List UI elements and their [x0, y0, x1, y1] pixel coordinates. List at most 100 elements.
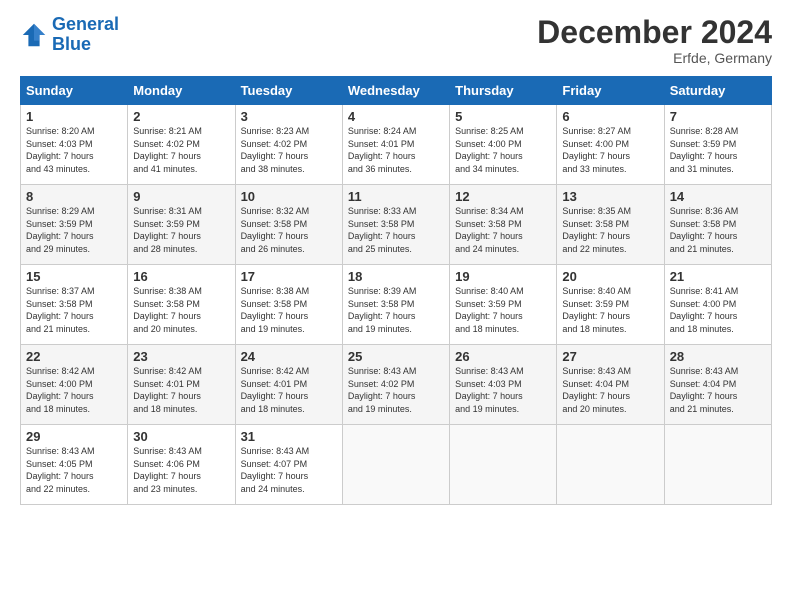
calendar-cell [557, 425, 664, 505]
day-number: 11 [348, 189, 444, 204]
calendar-week-4: 22Sunrise: 8:42 AM Sunset: 4:00 PM Dayli… [21, 345, 772, 425]
calendar-cell: 9Sunrise: 8:31 AM Sunset: 3:59 PM Daylig… [128, 185, 235, 265]
calendar-cell [664, 425, 771, 505]
day-number: 26 [455, 349, 551, 364]
logo-line2: Blue [52, 34, 91, 54]
day-info: Sunrise: 8:33 AM Sunset: 3:58 PM Dayligh… [348, 205, 444, 255]
day-number: 15 [26, 269, 122, 284]
calendar-cell: 3Sunrise: 8:23 AM Sunset: 4:02 PM Daylig… [235, 105, 342, 185]
day-number: 2 [133, 109, 229, 124]
calendar-header-friday: Friday [557, 77, 664, 105]
calendar-header-thursday: Thursday [450, 77, 557, 105]
day-info: Sunrise: 8:21 AM Sunset: 4:02 PM Dayligh… [133, 125, 229, 175]
calendar-cell: 30Sunrise: 8:43 AM Sunset: 4:06 PM Dayli… [128, 425, 235, 505]
day-info: Sunrise: 8:43 AM Sunset: 4:04 PM Dayligh… [670, 365, 766, 415]
calendar-cell: 24Sunrise: 8:42 AM Sunset: 4:01 PM Dayli… [235, 345, 342, 425]
header: General Blue December 2024 Erfde, German… [20, 15, 772, 66]
calendar-table: SundayMondayTuesdayWednesdayThursdayFrid… [20, 76, 772, 505]
day-number: 7 [670, 109, 766, 124]
day-number: 6 [562, 109, 658, 124]
calendar-cell: 1Sunrise: 8:20 AM Sunset: 4:03 PM Daylig… [21, 105, 128, 185]
calendar-cell: 29Sunrise: 8:43 AM Sunset: 4:05 PM Dayli… [21, 425, 128, 505]
day-info: Sunrise: 8:37 AM Sunset: 3:58 PM Dayligh… [26, 285, 122, 335]
month-title: December 2024 [537, 15, 772, 50]
calendar-header-saturday: Saturday [664, 77, 771, 105]
day-info: Sunrise: 8:25 AM Sunset: 4:00 PM Dayligh… [455, 125, 551, 175]
calendar-week-5: 29Sunrise: 8:43 AM Sunset: 4:05 PM Dayli… [21, 425, 772, 505]
day-info: Sunrise: 8:35 AM Sunset: 3:58 PM Dayligh… [562, 205, 658, 255]
day-info: Sunrise: 8:43 AM Sunset: 4:04 PM Dayligh… [562, 365, 658, 415]
calendar-header-tuesday: Tuesday [235, 77, 342, 105]
calendar-week-2: 8Sunrise: 8:29 AM Sunset: 3:59 PM Daylig… [21, 185, 772, 265]
calendar-cell: 28Sunrise: 8:43 AM Sunset: 4:04 PM Dayli… [664, 345, 771, 425]
calendar-cell: 2Sunrise: 8:21 AM Sunset: 4:02 PM Daylig… [128, 105, 235, 185]
calendar-header-row: SundayMondayTuesdayWednesdayThursdayFrid… [21, 77, 772, 105]
calendar-cell: 12Sunrise: 8:34 AM Sunset: 3:58 PM Dayli… [450, 185, 557, 265]
day-info: Sunrise: 8:27 AM Sunset: 4:00 PM Dayligh… [562, 125, 658, 175]
day-info: Sunrise: 8:40 AM Sunset: 3:59 PM Dayligh… [562, 285, 658, 335]
logo-line1: General [52, 14, 119, 34]
day-number: 23 [133, 349, 229, 364]
calendar-cell [342, 425, 449, 505]
day-number: 4 [348, 109, 444, 124]
logo: General Blue [20, 15, 119, 55]
calendar-cell: 31Sunrise: 8:43 AM Sunset: 4:07 PM Dayli… [235, 425, 342, 505]
day-info: Sunrise: 8:42 AM Sunset: 4:01 PM Dayligh… [133, 365, 229, 415]
day-info: Sunrise: 8:42 AM Sunset: 4:01 PM Dayligh… [241, 365, 337, 415]
calendar-cell: 19Sunrise: 8:40 AM Sunset: 3:59 PM Dayli… [450, 265, 557, 345]
day-number: 14 [670, 189, 766, 204]
calendar-cell: 14Sunrise: 8:36 AM Sunset: 3:58 PM Dayli… [664, 185, 771, 265]
calendar-week-1: 1Sunrise: 8:20 AM Sunset: 4:03 PM Daylig… [21, 105, 772, 185]
calendar-cell: 10Sunrise: 8:32 AM Sunset: 3:58 PM Dayli… [235, 185, 342, 265]
day-number: 25 [348, 349, 444, 364]
calendar-cell: 11Sunrise: 8:33 AM Sunset: 3:58 PM Dayli… [342, 185, 449, 265]
day-number: 20 [562, 269, 658, 284]
day-number: 12 [455, 189, 551, 204]
calendar-cell: 17Sunrise: 8:38 AM Sunset: 3:58 PM Dayli… [235, 265, 342, 345]
calendar-cell: 18Sunrise: 8:39 AM Sunset: 3:58 PM Dayli… [342, 265, 449, 345]
calendar-cell: 21Sunrise: 8:41 AM Sunset: 4:00 PM Dayli… [664, 265, 771, 345]
day-info: Sunrise: 8:41 AM Sunset: 4:00 PM Dayligh… [670, 285, 766, 335]
page: General Blue December 2024 Erfde, German… [0, 0, 792, 612]
logo-icon [20, 21, 48, 49]
day-info: Sunrise: 8:38 AM Sunset: 3:58 PM Dayligh… [241, 285, 337, 335]
title-block: December 2024 Erfde, Germany [537, 15, 772, 66]
calendar-cell: 4Sunrise: 8:24 AM Sunset: 4:01 PM Daylig… [342, 105, 449, 185]
calendar-cell: 22Sunrise: 8:42 AM Sunset: 4:00 PM Dayli… [21, 345, 128, 425]
day-info: Sunrise: 8:43 AM Sunset: 4:07 PM Dayligh… [241, 445, 337, 495]
calendar-header-sunday: Sunday [21, 77, 128, 105]
day-info: Sunrise: 8:43 AM Sunset: 4:05 PM Dayligh… [26, 445, 122, 495]
day-info: Sunrise: 8:32 AM Sunset: 3:58 PM Dayligh… [241, 205, 337, 255]
day-info: Sunrise: 8:20 AM Sunset: 4:03 PM Dayligh… [26, 125, 122, 175]
day-number: 21 [670, 269, 766, 284]
day-number: 16 [133, 269, 229, 284]
calendar-cell: 20Sunrise: 8:40 AM Sunset: 3:59 PM Dayli… [557, 265, 664, 345]
calendar-header-wednesday: Wednesday [342, 77, 449, 105]
calendar-cell: 13Sunrise: 8:35 AM Sunset: 3:58 PM Dayli… [557, 185, 664, 265]
logo-text: General Blue [52, 15, 119, 55]
day-number: 17 [241, 269, 337, 284]
subtitle: Erfde, Germany [537, 50, 772, 66]
day-number: 28 [670, 349, 766, 364]
calendar-cell: 16Sunrise: 8:38 AM Sunset: 3:58 PM Dayli… [128, 265, 235, 345]
day-number: 27 [562, 349, 658, 364]
day-info: Sunrise: 8:29 AM Sunset: 3:59 PM Dayligh… [26, 205, 122, 255]
calendar-cell: 27Sunrise: 8:43 AM Sunset: 4:04 PM Dayli… [557, 345, 664, 425]
day-number: 1 [26, 109, 122, 124]
day-info: Sunrise: 8:36 AM Sunset: 3:58 PM Dayligh… [670, 205, 766, 255]
day-info: Sunrise: 8:43 AM Sunset: 4:02 PM Dayligh… [348, 365, 444, 415]
day-number: 22 [26, 349, 122, 364]
calendar-header-monday: Monday [128, 77, 235, 105]
calendar-cell: 23Sunrise: 8:42 AM Sunset: 4:01 PM Dayli… [128, 345, 235, 425]
calendar-week-3: 15Sunrise: 8:37 AM Sunset: 3:58 PM Dayli… [21, 265, 772, 345]
day-info: Sunrise: 8:39 AM Sunset: 3:58 PM Dayligh… [348, 285, 444, 335]
day-info: Sunrise: 8:43 AM Sunset: 4:06 PM Dayligh… [133, 445, 229, 495]
day-info: Sunrise: 8:28 AM Sunset: 3:59 PM Dayligh… [670, 125, 766, 175]
day-number: 31 [241, 429, 337, 444]
day-info: Sunrise: 8:38 AM Sunset: 3:58 PM Dayligh… [133, 285, 229, 335]
calendar-cell: 26Sunrise: 8:43 AM Sunset: 4:03 PM Dayli… [450, 345, 557, 425]
calendar-cell: 25Sunrise: 8:43 AM Sunset: 4:02 PM Dayli… [342, 345, 449, 425]
day-number: 5 [455, 109, 551, 124]
day-info: Sunrise: 8:24 AM Sunset: 4:01 PM Dayligh… [348, 125, 444, 175]
calendar-cell: 5Sunrise: 8:25 AM Sunset: 4:00 PM Daylig… [450, 105, 557, 185]
